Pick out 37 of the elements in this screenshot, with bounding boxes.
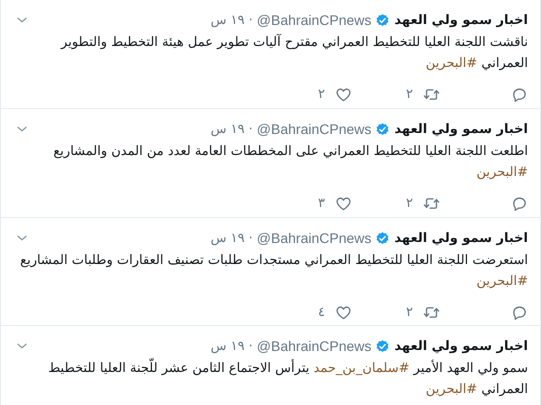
account-name[interactable]: اخبار سمو ولي العهد: [394, 338, 528, 354]
like-count: ٣: [318, 196, 325, 210]
tweet-text: ناقشت اللجنة العليا للتخطيط العمراني مقترح آليات تطوير عمل هيئة التخطيط والتطوير العمراني #البحرين: [60, 32, 528, 73]
tweet-time[interactable]: ١٩ س: [210, 338, 245, 354]
retweet-count: ٢: [406, 196, 413, 210]
heart-icon[interactable]: [335, 86, 352, 102]
hashtag-link[interactable]: #البحرين: [426, 56, 478, 71]
account-handle[interactable]: @BahrainCPnews: [256, 12, 372, 28]
separator-dot: ·: [248, 230, 253, 246]
account-name[interactable]: اخبار سمو ولي العهد: [394, 122, 528, 136]
hashtag-link[interactable]: #البحرين: [426, 382, 478, 397]
account-name[interactable]: اخبار سمو ولي العهد: [394, 12, 528, 28]
separator-dot: ·: [248, 122, 253, 136]
heart-icon[interactable]: [335, 304, 352, 320]
tweet-time[interactable]: ١٩ س: [210, 12, 245, 28]
heart-icon[interactable]: [335, 194, 352, 212]
retweet-count: ٢: [406, 304, 413, 320]
reply-icon[interactable]: [511, 194, 528, 212]
tweet-text: اطلعت اللجنة العليا للتخطيط العمراني على المخططات العامة لعدد من المدن والمشاريع #البحرين: [52, 143, 528, 182]
tweet-time[interactable]: ١٩ س: [210, 230, 245, 246]
tweet-text: سمو ولي العهد الأمير #سلمان_بن_حمد يترأس الاجتماع الثامن عشر للّجنة العليا للتخطيط العمراني #البحرين: [15, 358, 528, 400]
account-handle[interactable]: @BahrainCPnews: [256, 121, 372, 137]
separator-dot: ·: [248, 338, 253, 354]
account-handle[interactable]: @BahrainCPnews: [256, 338, 372, 354]
tweet-text: استعرضت اللجنة العليا للتخطيط العمراني مستجدات طلبات تصنيف العقارات وطلبات المشاريع #البحرين: [19, 252, 528, 291]
reply-icon[interactable]: [511, 86, 528, 102]
retweet-count: ٢: [406, 86, 413, 102]
hashtag-link[interactable]: #سلمان_بن_حمد: [314, 361, 410, 376]
hashtag-link[interactable]: #البحرين: [476, 165, 528, 180]
tweet-time[interactable]: ١٩ س: [210, 122, 245, 136]
reply-icon[interactable]: [511, 304, 528, 320]
separator-dot: ·: [248, 12, 253, 28]
like-count: ٤: [318, 304, 325, 320]
account-name[interactable]: اخبار سمو ولي العهد: [394, 230, 528, 246]
account-handle[interactable]: @BahrainCPnews: [256, 230, 372, 246]
like-count: ٢: [318, 86, 325, 102]
hashtag-link[interactable]: #البحرين: [476, 274, 528, 289]
